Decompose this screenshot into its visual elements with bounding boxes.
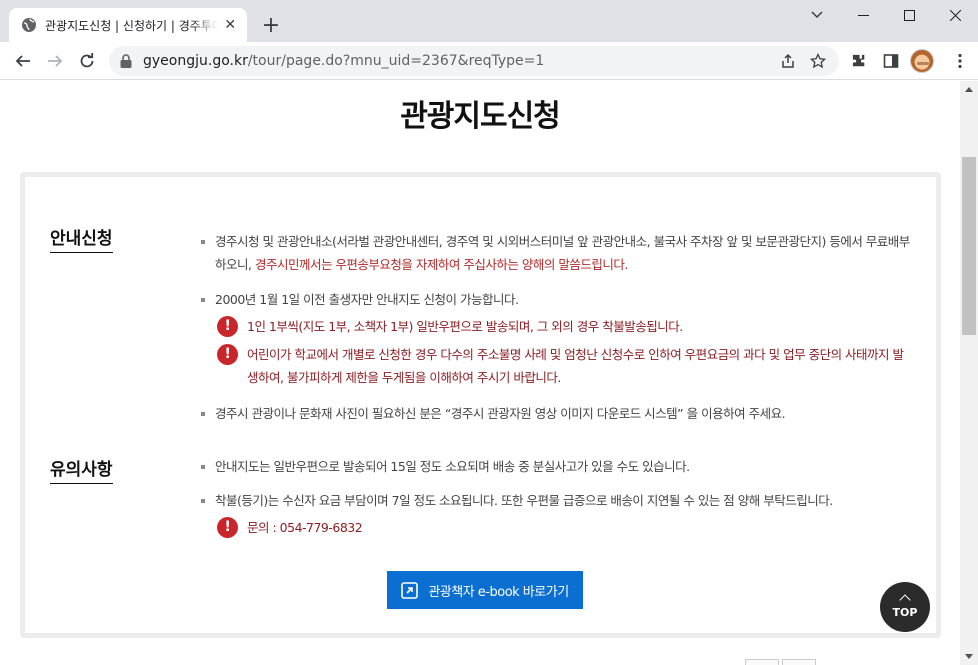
tab-title: 관광지도신청 | 신청하기 | 경주투어 — [45, 18, 218, 33]
guide-warning-2: 어린이가 학교에서 개별로 신청한 경우 다수의 주소불명 사례 및 엄청난 신… — [247, 347, 904, 385]
warning-item: ! 어린이가 학교에서 개별로 신청한 경우 다수의 주소불명 사례 및 엄청난… — [217, 343, 907, 389]
minimize-icon[interactable] — [840, 0, 886, 30]
lock-icon[interactable] — [119, 53, 133, 69]
section-label-guide: 안내신청 — [50, 224, 113, 253]
close-window-icon[interactable] — [932, 0, 978, 30]
notice-bullet-2: 착불(등기)는 수신자 요금 부담이며 7일 정도 소요됩니다. 또한 우편물 … — [215, 493, 833, 508]
external-link-icon — [401, 581, 419, 599]
warning-icon: ! — [217, 344, 238, 365]
scroll-down-icon[interactable] — [960, 648, 978, 665]
content-panel: 안내신청 경주시청 및 관광안내소(서라벌 관광안내센터, 경주역 및 시외버스… — [20, 172, 941, 638]
list-item: 착불(등기)는 수신자 요금 부담이며 7일 정도 소요됩니다. 또한 우편물 … — [201, 489, 923, 512]
menu-kebab-icon[interactable] — [946, 47, 974, 75]
guide-bullet-3: 경주시 관광이나 문화재 사진이 필요하신 분은 “경주시 관광자원 영상 이미… — [215, 406, 786, 421]
list-item: 경주시 관광이나 문화재 사진이 필요하신 분은 “경주시 관광자원 영상 이미… — [201, 402, 923, 425]
contact-phone: 문의 : 054-779-6832 — [247, 520, 363, 535]
tab-strip: 관광지도신청 | 신청하기 | 경주투어 ✕ + — [0, 0, 978, 42]
reload-icon[interactable] — [73, 47, 101, 75]
browser-toolbar: gyeongju.go.kr/tour/page.do?mnu_uid=2367… — [0, 42, 978, 80]
sidepanel-icon[interactable] — [877, 47, 905, 75]
guide-bullet-2: 2000년 1월 1일 이전 출생자만 안내지도 신청이 가능합니다. — [215, 292, 519, 307]
back-icon[interactable] — [9, 47, 37, 75]
page-title: 관광지도신청 — [400, 99, 561, 134]
close-tab-icon[interactable]: ✕ — [222, 16, 239, 34]
avatar[interactable] — [910, 49, 934, 73]
guide-bullet-1: 경주시청 및 관광안내소(서라벌 관광안내센터, 경주역 및 시외버스터미널 앞… — [203, 230, 923, 276]
ebook-link-button[interactable]: 관광책자 e-book 바로가기 — [387, 571, 583, 609]
scroll-top-label: TOP — [892, 605, 918, 619]
globe-icon — [22, 18, 36, 32]
star-icon[interactable] — [807, 50, 829, 72]
page-viewport: 관광지도신청 안내신청 경주시청 및 관광안내소(서라벌 관광안내센터, 경주역… — [0, 81, 960, 665]
url-text[interactable]: gyeongju.go.kr/tour/page.do?mnu_uid=2367… — [143, 53, 544, 69]
scrollbar-thumb[interactable] — [962, 157, 976, 335]
chevron-up-icon — [899, 593, 911, 606]
guide-warning-1: 1인 1부씩(지도 1부, 소책자 1부) 일반우편으로 발송되며, 그 외의 … — [247, 319, 683, 334]
scroll-top-button[interactable]: TOP — [880, 582, 930, 632]
footer-fragment — [745, 659, 779, 665]
tab-search-icon[interactable] — [806, 4, 828, 26]
list-item: 안내지도는 일반우편으로 발송되어 15일 정도 소요되며 배송 중 분실사고가… — [201, 455, 923, 478]
warning-icon: ! — [217, 517, 238, 538]
warning-icon: ! — [217, 316, 238, 337]
page-scrollbar[interactable] — [960, 81, 978, 665]
forward-icon[interactable] — [41, 47, 69, 75]
ebook-link-label: 관광책자 e-book 바로가기 — [428, 584, 569, 600]
url-path: /tour/page.do?mnu_uid=2367&reqType=1 — [247, 53, 545, 69]
notice-bullet-1: 안내지도는 일반우편으로 발송되어 15일 정도 소요되며 배송 중 분실사고가… — [215, 459, 690, 474]
browser-tab-active[interactable]: 관광지도신청 | 신청하기 | 경주투어 ✕ — [9, 8, 247, 42]
window-controls — [840, 0, 978, 30]
list-item: 경주시청 및 관광안내소(서라벌 관광안내센터, 경주역 및 시외버스터미널 앞… — [201, 230, 923, 276]
footer-fragment — [782, 659, 816, 665]
warning-item: ! 문의 : 054-779-6832 — [217, 516, 907, 539]
extensions-icon[interactable] — [845, 47, 873, 75]
section-label-notice: 유의사항 — [50, 455, 113, 484]
scroll-up-icon[interactable] — [960, 81, 978, 98]
guide-bullet-1-highlight: 경주시민께서는 우편송부요청을 자제하여 주십사하는 양해의 말씀드립니다. — [254, 257, 628, 272]
maximize-icon[interactable] — [886, 0, 932, 30]
list-item: 2000년 1월 1일 이전 출생자만 안내지도 신청이 가능합니다. — [201, 288, 923, 311]
warning-item: ! 1인 1부씩(지도 1부, 소책자 1부) 일반우편으로 발송되며, 그 외… — [217, 315, 907, 338]
share-icon[interactable] — [777, 50, 799, 72]
new-tab-button[interactable]: + — [258, 13, 284, 39]
address-bar[interactable]: gyeongju.go.kr/tour/page.do?mnu_uid=2367… — [109, 46, 839, 76]
url-host: gyeongju.go.kr — [143, 53, 248, 69]
